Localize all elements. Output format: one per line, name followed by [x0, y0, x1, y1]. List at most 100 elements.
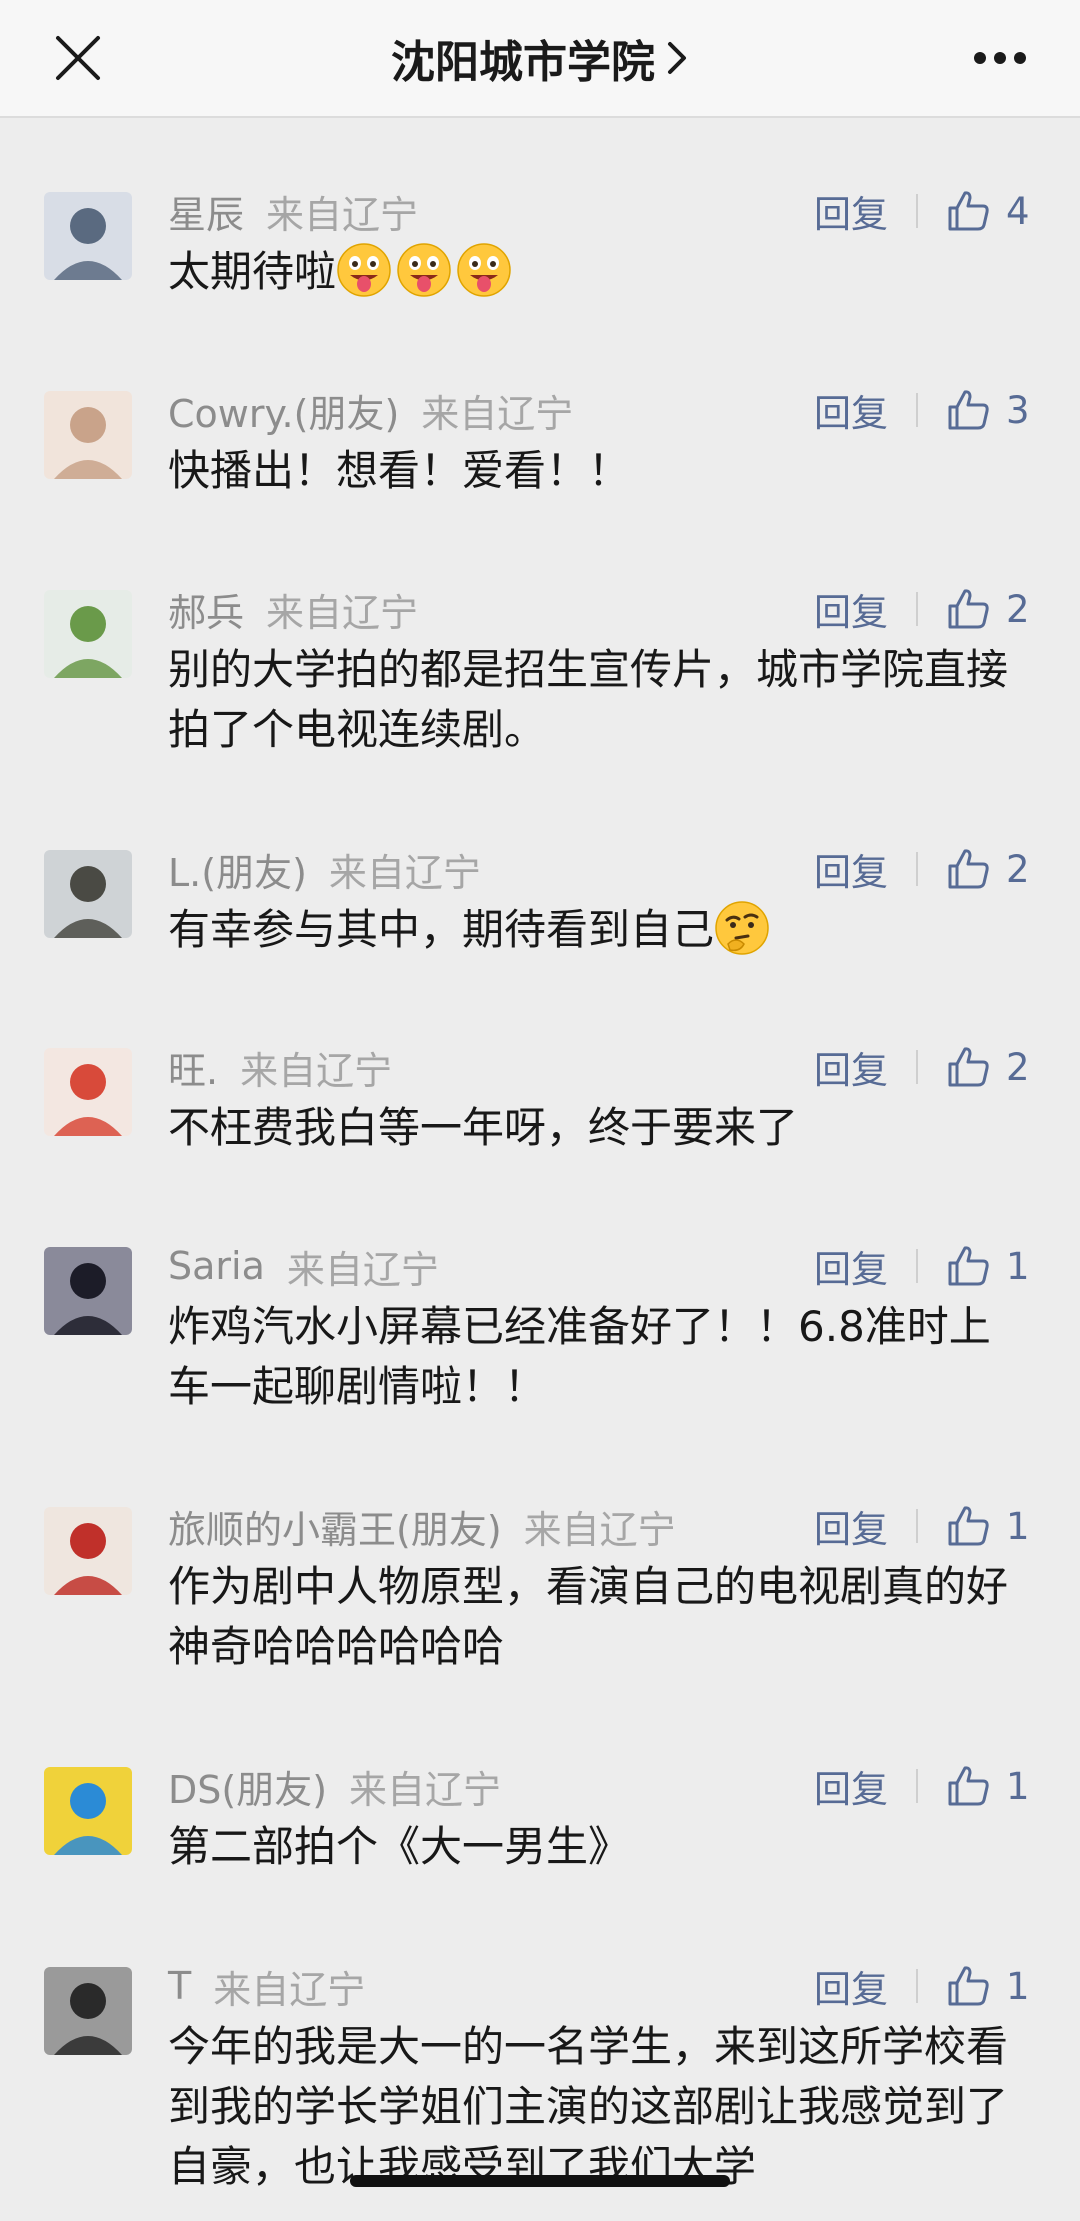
comment-item: 旺. 来自辽宁 回复 2 不枉费我白等一年呀，终于要来了 — [0, 972, 1080, 1171]
like-button[interactable]: 1 — [946, 1244, 1030, 1288]
like-button[interactable]: 4 — [946, 189, 1030, 233]
comment-body: 今年的我是大一的一名学生，来到这所学校看到我的学长学姐们主演的这部剧让我感觉到了… — [168, 2022, 1009, 2191]
comment-meta: 旅顺的小霸王(朋友) 来自辽宁 — [168, 1499, 676, 1554]
avatar[interactable] — [44, 1247, 132, 1335]
comment-actions: 回复 3 — [814, 383, 1030, 437]
avatar[interactable] — [44, 1767, 132, 1855]
title-area[interactable]: 沈阳城市学院 — [0, 0, 1080, 116]
comment-item: DS(朋友) 来自辽宁 回复 1 第二部拍个《大一男生》 — [0, 1691, 1080, 1891]
comment-actions: 回复 4 — [814, 184, 1030, 238]
comment-item: 旅顺的小霸王(朋友) 来自辽宁 回复 1 作为剧中人物原型，看演自己的电视剧真的好神奇哈… — [0, 1431, 1080, 1691]
comment-meta: L.(朋友) 来自辽宁 — [168, 842, 481, 897]
comment-text: 快播出！想看！爱看！！ — [168, 441, 1028, 501]
comment-body: 炸鸡汽水小屏幕已经准备好了！！6.8准时上车一起聊剧情啦！！ — [168, 1302, 991, 1411]
tongue-out-emoji — [457, 243, 511, 297]
action-divider — [916, 1249, 918, 1283]
comment-location: 来自辽宁 — [349, 1767, 502, 1812]
reply-button[interactable]: 回复 — [814, 1759, 888, 1813]
avatar[interactable] — [44, 590, 132, 678]
comment-text: 别的大学拍的都是招生宣传片，城市学院直接拍了个电视连续剧。 — [168, 640, 1028, 760]
comment-location: 来自辽宁 — [523, 1507, 676, 1552]
more-icon[interactable] — [972, 40, 1028, 76]
top-bar: 沈阳城市学院 — [0, 0, 1080, 118]
comment-item: 星辰 来自辽宁 回复 4 太期待啦 — [0, 116, 1080, 315]
reply-button[interactable]: 回复 — [814, 1959, 888, 2013]
like-count: 1 — [1006, 1244, 1030, 1288]
comment-meta: DS(朋友) 来自辽宁 — [168, 1759, 502, 1814]
comment-item: Cowry.(朋友) 来自辽宁 回复 3 快播出！想看！爱看！！ — [0, 315, 1080, 514]
comment-location: 来自辽宁 — [421, 391, 574, 436]
chevron-right-icon — [668, 42, 686, 74]
comment-item: L.(朋友) 来自辽宁 回复 2 有幸参与其中，期待看到自己 — [0, 774, 1080, 972]
thumbs-up-icon — [948, 1047, 989, 1087]
like-count: 4 — [1006, 189, 1030, 233]
like-button[interactable]: 1 — [946, 1764, 1030, 1808]
commenter-name[interactable]: DS(朋友) — [168, 1759, 327, 1814]
like-button[interactable]: 2 — [946, 587, 1030, 631]
comment-body: 快播出！想看！爱看！！ — [168, 446, 631, 495]
like-button[interactable]: 1 — [946, 1504, 1030, 1548]
like-button[interactable]: 3 — [946, 388, 1030, 432]
reply-button[interactable]: 回复 — [814, 1040, 888, 1094]
like-button[interactable]: 2 — [946, 1045, 1030, 1089]
like-count: 1 — [1006, 1764, 1030, 1808]
comment-text: 不枉费我白等一年呀，终于要来了 — [168, 1098, 1028, 1158]
reply-button[interactable]: 回复 — [814, 582, 888, 636]
commenter-name[interactable]: Saria — [168, 1244, 265, 1288]
reply-button[interactable]: 回复 — [814, 842, 888, 896]
commenter-name[interactable]: L.(朋友) — [168, 842, 307, 897]
reply-button[interactable]: 回复 — [814, 383, 888, 437]
thumbs-up-icon — [948, 390, 989, 430]
avatar[interactable] — [44, 1507, 132, 1595]
like-count: 2 — [1006, 1045, 1030, 1089]
avatar[interactable] — [44, 391, 132, 479]
comment-location: 来自辽宁 — [266, 590, 419, 635]
like-button[interactable]: 1 — [946, 1964, 1030, 2008]
comment-text: 作为剧中人物原型，看演自己的电视剧真的好神奇哈哈哈哈哈哈 — [168, 1557, 1028, 1677]
comment-actions: 回复 1 — [814, 1959, 1030, 2013]
avatar[interactable] — [44, 192, 132, 280]
comment-text: 炸鸡汽水小屏幕已经准备好了！！6.8准时上车一起聊剧情啦！！ — [168, 1297, 1028, 1417]
comment-body: 不枉费我白等一年呀，终于要来了 — [168, 1103, 799, 1152]
thumbs-up-icon — [948, 1966, 989, 2006]
commenter-name[interactable]: 郝兵 — [168, 582, 244, 637]
page-title[interactable]: 沈阳城市学院 — [391, 26, 655, 90]
comment-actions: 回复 2 — [814, 582, 1030, 636]
comment-location: 来自辽宁 — [286, 1247, 439, 1292]
comment-actions: 回复 2 — [814, 1040, 1030, 1094]
comment-body: 别的大学拍的都是招生宣传片，城市学院直接拍了个电视连续剧。 — [168, 645, 1009, 754]
action-divider — [916, 393, 918, 427]
comment-body: 作为剧中人物原型，看演自己的电视剧真的好神奇哈哈哈哈哈哈 — [168, 1562, 1009, 1671]
action-divider — [916, 592, 918, 626]
comment-meta: Saria 来自辽宁 — [168, 1241, 439, 1292]
avatar[interactable] — [44, 850, 132, 938]
comment-meta: 星辰 来自辽宁 — [168, 184, 419, 239]
thumbs-up-icon — [948, 589, 989, 629]
commenter-name[interactable]: T — [168, 1964, 191, 2008]
comment-text: 有幸参与其中，期待看到自己 — [168, 900, 1028, 960]
comment-location: 来自辽宁 — [266, 192, 419, 237]
comment-meta: 旺. 来自辽宁 — [168, 1040, 393, 1095]
commenter-name[interactable]: 旅顺的小霸王(朋友) — [168, 1499, 502, 1554]
thumbs-up-icon — [948, 191, 989, 231]
like-count: 1 — [1006, 1964, 1030, 2008]
avatar[interactable] — [44, 1967, 132, 2055]
commenter-name[interactable]: 旺. — [168, 1040, 218, 1095]
comment-body: 太期待啦 — [168, 247, 337, 296]
commenter-name[interactable]: 星辰 — [168, 184, 244, 239]
reply-button[interactable]: 回复 — [814, 1239, 888, 1293]
comment-location: 来自辽宁 — [213, 1967, 366, 2012]
reply-button[interactable]: 回复 — [814, 184, 888, 238]
reply-button[interactable]: 回复 — [814, 1499, 888, 1553]
thumbs-up-icon — [948, 849, 989, 889]
avatar[interactable] — [44, 1048, 132, 1136]
comment-location: 来自辽宁 — [240, 1048, 393, 1093]
commenter-name[interactable]: Cowry.(朋友) — [168, 383, 399, 438]
action-divider — [916, 1050, 918, 1084]
thumbs-up-icon — [948, 1246, 989, 1286]
like-button[interactable]: 2 — [946, 847, 1030, 891]
comment-actions: 回复 1 — [814, 1759, 1030, 1813]
comment-text: 太期待啦 — [168, 242, 1028, 302]
comment-meta: T 来自辽宁 — [168, 1961, 366, 2012]
thumbs-up-icon — [948, 1506, 989, 1546]
